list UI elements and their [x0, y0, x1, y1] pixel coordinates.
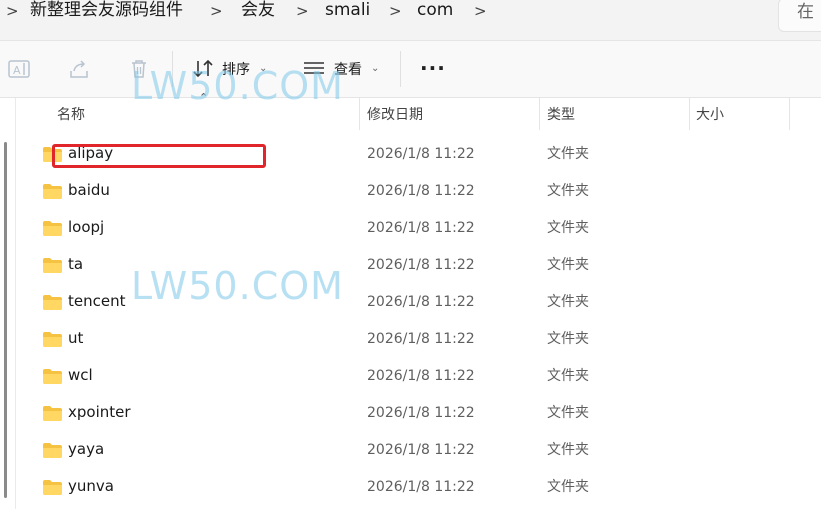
file-date: 2026/1/8 11:22	[367, 405, 475, 421]
file-type: 文件夹	[547, 294, 589, 310]
rename-icon[interactable]: A	[7, 57, 31, 81]
column-divider[interactable]	[359, 98, 360, 130]
breadcrumb-item[interactable]: smali	[325, 0, 370, 22]
column-header-date[interactable]: 修改日期	[367, 106, 423, 124]
folder-icon	[43, 369, 62, 384]
file-type: 文件夹	[547, 405, 589, 421]
scrollbar-thumb[interactable]	[4, 142, 7, 498]
table-row[interactable]: xpointer 2026/1/8 11:22 文件夹	[16, 395, 821, 432]
share-icon[interactable]	[67, 57, 91, 81]
breadcrumb-item[interactable]: com	[417, 0, 453, 22]
file-name[interactable]: baidu	[68, 181, 110, 200]
table-row[interactable]: yunva 2026/1/8 11:22 文件夹	[16, 469, 821, 506]
file-date: 2026/1/8 11:22	[367, 294, 475, 310]
file-date: 2026/1/8 11:22	[367, 183, 475, 199]
address-bar[interactable]: > 新整理会友源码组件 > 会友 > smali > com > 在	[0, 0, 821, 41]
table-row[interactable]: ut 2026/1/8 11:22 文件夹	[16, 321, 821, 358]
search-input[interactable]: 在	[778, 0, 821, 32]
file-type: 文件夹	[547, 183, 589, 199]
watermark: LW50.COM	[131, 64, 344, 108]
breadcrumb-item[interactable]: 会友	[241, 0, 275, 22]
file-date: 2026/1/8 11:22	[367, 368, 475, 384]
file-date: 2026/1/8 11:22	[367, 220, 475, 236]
file-type: 文件夹	[547, 368, 589, 384]
chevron-right-icon[interactable]: >	[389, 2, 402, 20]
folder-icon	[43, 184, 62, 199]
svg-text:A: A	[13, 64, 21, 77]
file-date: 2026/1/8 11:22	[367, 479, 475, 495]
watermark: LW50.COM	[131, 264, 344, 308]
file-date: 2026/1/8 11:22	[367, 257, 475, 273]
file-name[interactable]: xpointer	[68, 403, 131, 422]
file-name[interactable]: ut	[68, 329, 83, 348]
chevron-down-icon[interactable]: ⌄	[371, 63, 379, 74]
table-row[interactable]: yaya 2026/1/8 11:22 文件夹	[16, 432, 821, 469]
file-name[interactable]: yaya	[68, 440, 104, 459]
chevron-right-icon[interactable]: >	[6, 2, 19, 20]
folder-icon	[43, 443, 62, 458]
file-name[interactable]: tencent	[68, 292, 125, 311]
table-row[interactable]: wcl 2026/1/8 11:22 文件夹	[16, 358, 821, 395]
file-type: 文件夹	[547, 442, 589, 458]
breadcrumb-item[interactable]: 新整理会友源码组件	[30, 0, 183, 22]
more-options-button[interactable]: ···	[420, 56, 446, 80]
folder-icon	[43, 406, 62, 421]
file-type: 文件夹	[547, 479, 589, 495]
chevron-right-icon[interactable]: >	[210, 2, 223, 20]
folder-icon	[43, 258, 62, 273]
file-name[interactable]: yunva	[68, 477, 114, 496]
file-name[interactable]: wcl	[68, 366, 93, 385]
folder-icon	[43, 480, 62, 495]
column-header-size[interactable]: 大小	[696, 106, 724, 124]
search-placeholder: 在	[797, 2, 814, 22]
table-row[interactable]: loopj 2026/1/8 11:22 文件夹	[16, 210, 821, 247]
file-date: 2026/1/8 11:22	[367, 146, 475, 162]
chevron-right-icon[interactable]: >	[474, 2, 487, 20]
file-date: 2026/1/8 11:22	[367, 442, 475, 458]
file-date: 2026/1/8 11:22	[367, 331, 475, 347]
column-divider[interactable]	[789, 98, 790, 130]
folder-icon	[43, 295, 62, 310]
file-name[interactable]: loopj	[68, 218, 104, 237]
chevron-right-icon[interactable]: >	[296, 2, 309, 20]
file-type: 文件夹	[547, 331, 589, 347]
command-bar: A 排序 ⌄ 查看 ⌄ ···	[0, 41, 821, 98]
folder-icon	[43, 221, 62, 236]
file-type: 文件夹	[547, 257, 589, 273]
table-row[interactable]: baidu 2026/1/8 11:22 文件夹	[16, 173, 821, 210]
toolbar-divider	[400, 51, 401, 87]
file-name[interactable]: ta	[68, 255, 83, 274]
column-divider[interactable]	[539, 98, 540, 130]
folder-icon	[43, 332, 62, 347]
column-header-name[interactable]: 名称	[57, 106, 85, 124]
column-divider[interactable]	[689, 98, 690, 130]
highlight-box	[52, 144, 266, 168]
file-type: 文件夹	[547, 220, 589, 236]
column-header-type[interactable]: 类型	[547, 106, 575, 124]
file-type: 文件夹	[547, 146, 589, 162]
